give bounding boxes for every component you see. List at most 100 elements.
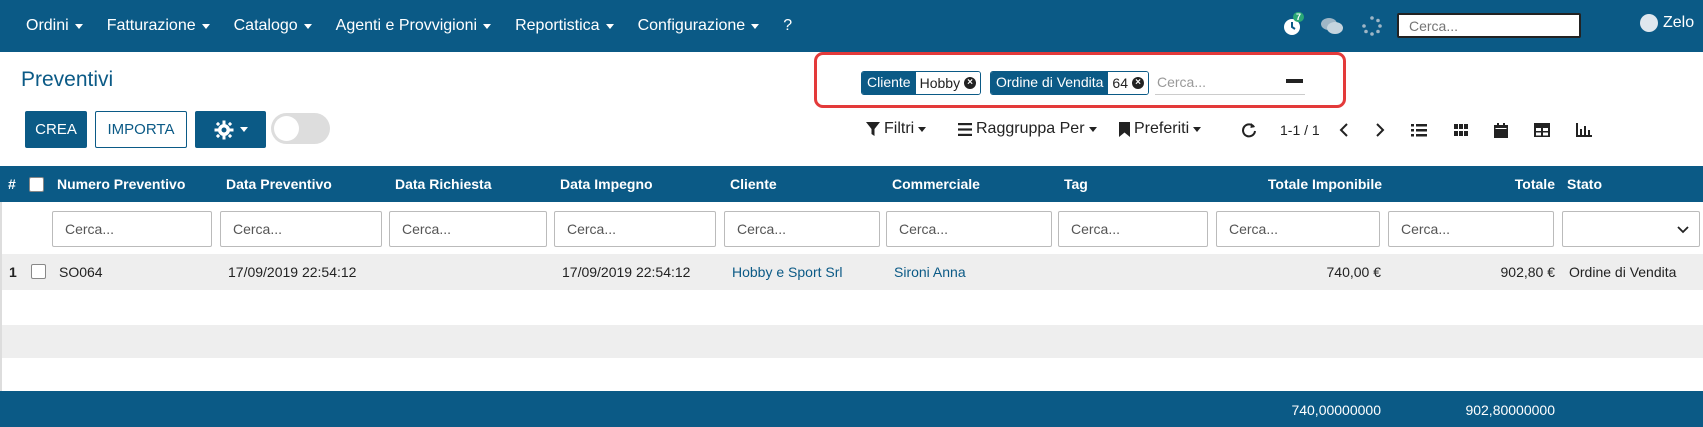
filter-totale-imponibile-input[interactable]: Cerca... [1216,211,1380,247]
create-button[interactable]: CREA [25,111,87,148]
main-menu: Ordini Fatturazione Catalogo Agenti e Pr… [14,0,804,52]
cell-commerciale-link[interactable]: Sironi Anna [894,264,966,280]
search-view: Cliente Hobby × Ordine di Vendita 64 × Cer… [814,52,1346,108]
col-data-preventivo[interactable]: Data Preventivo [226,176,332,192]
col-cliente[interactable]: Cliente [730,176,777,192]
col-numero-preventivo[interactable]: Numero Preventivo [57,176,185,192]
activity-badge: 7 [1293,12,1305,22]
col-data-impegno[interactable]: Data Impegno [560,176,653,192]
menu-agenti-provvigioni[interactable]: Agenti e Provvigioni [324,17,503,35]
cell-cliente-link[interactable]: Hobby e Sport Srl [732,264,843,280]
filter-data-richiesta-input[interactable]: Cerca... [389,211,547,247]
menu-catalogo[interactable]: Catalogo [222,17,324,35]
chevron-down-icon [1677,226,1689,234]
row-number-header: # [8,176,16,192]
col-stato[interactable]: Stato [1567,176,1602,192]
groupby-dropdown[interactable]: Raggruppa Per [958,120,1097,138]
empty-row [0,325,1703,361]
cell-numero: SO064 [59,264,103,280]
search-input[interactable]: Cerca... [1155,71,1305,95]
column-filter-row: Cerca... Cerca... Cerca... Cerca... Cerc… [0,202,1703,254]
filter-data-preventivo-input[interactable]: Cerca... [220,211,382,247]
list-bars-icon [958,122,972,136]
menu-configurazione[interactable]: Configurazione [626,17,772,35]
col-totale[interactable]: Totale [1515,176,1555,192]
global-search-input[interactable] [1397,13,1581,38]
collapse-icon[interactable] [1286,79,1303,83]
graph-view-icon[interactable] [1574,120,1594,140]
col-totale-imponibile[interactable]: Totale Imponibile [1268,176,1382,192]
row-index: 1 [9,264,17,280]
menu-help[interactable]: ? [771,17,804,35]
cell-data-impegno: 17/09/2019 22:54:12 [562,264,691,280]
loading-spinner-icon [1360,14,1384,38]
top-navbar: Ordini Fatturazione Catalogo Agenti e Pr… [0,0,1703,52]
menu-fatturazione[interactable]: Fatturazione [95,17,222,35]
activity-icon[interactable]: 7 [1280,12,1305,38]
footer-totale-imponibile: 740,00000000 [1291,402,1381,418]
cell-totale-imponibile: 740,00 € [1326,264,1382,280]
table-row[interactable]: 1 SO064 17/09/2019 22:54:12 17/09/2019 2… [0,254,1703,290]
favorites-dropdown[interactable]: Preferiti [1119,120,1202,138]
menu-ordini[interactable]: Ordini [14,17,95,35]
page-title: Preventivi [21,68,114,91]
select-all-checkbox[interactable] [29,177,44,192]
user-name: Zelo [1663,14,1695,31]
facet-value: Hobby × [915,72,981,94]
row-checkbox[interactable] [31,264,46,279]
filter-cliente-input[interactable]: Cerca... [724,211,880,247]
import-button[interactable]: IMPORTA [95,111,187,148]
col-commerciale[interactable]: Commerciale [892,176,980,192]
remove-facet-icon[interactable]: × [964,77,977,89]
filter-data-impegno-input[interactable]: Cerca... [554,211,716,247]
caret-down-icon [74,23,83,29]
cell-data-preventivo: 17/09/2019 22:54:12 [228,264,357,280]
mode-toggle[interactable] [271,113,330,144]
col-tag[interactable]: Tag [1064,176,1088,192]
calendar-view-icon[interactable] [1491,120,1511,140]
filter-numero-input[interactable]: Cerca... [52,211,212,247]
remove-facet-icon[interactable]: × [1131,77,1144,89]
kanban-view-icon[interactable] [1451,120,1471,140]
table-header: # Numero Preventivo Data Preventivo Data… [0,166,1703,202]
caret-down-icon [1088,126,1097,132]
refresh-icon[interactable] [1239,120,1259,140]
caret-down-icon [201,23,210,29]
filter-commerciale-input[interactable]: Cerca... [886,211,1052,247]
footer-totale: 902,80000000 [1465,402,1555,418]
facet-value: 64 × [1108,72,1148,94]
col-data-richiesta[interactable]: Data Richiesta [395,176,491,192]
caret-down-icon [605,23,614,29]
next-page-icon[interactable] [1370,120,1390,140]
list-view-icon[interactable] [1409,120,1429,140]
avatar [1640,14,1658,32]
facet-category: Cliente [862,72,916,94]
facet-ordine-vendita: Ordine di Vendita 64 × [990,71,1149,95]
facet-category: Ordine di Vendita [991,72,1109,94]
table-footer: 740,00000000 902,80000000 [0,391,1703,427]
caret-down-icon [751,23,760,29]
systray: 7 [1280,0,1400,52]
caret-down-icon [918,126,927,132]
menu-reportistica[interactable]: Reportistica [503,17,625,35]
pivot-view-icon[interactable] [1532,120,1552,140]
empty-row [0,290,1703,326]
facet-cliente: Cliente Hobby × [861,71,982,95]
cell-totale: 902,80 € [1500,264,1556,280]
filter-tag-input[interactable]: Cerca... [1058,211,1208,247]
filter-icon [866,121,880,136]
filter-totale-input[interactable]: Cerca... [1388,211,1554,247]
filters-dropdown[interactable]: Filtri [866,120,927,138]
filter-stato-select[interactable] [1562,211,1700,247]
previous-page-icon[interactable] [1334,120,1354,140]
caret-down-icon [1193,126,1202,132]
gear-icon [214,120,233,139]
settings-dropdown-button[interactable] [195,111,266,148]
empty-row [0,358,1703,391]
chat-icon[interactable] [1320,14,1344,38]
caret-down-icon [483,23,492,29]
cell-stato: Ordine di Vendita [1569,264,1677,280]
toggle-knob [274,116,299,141]
user-menu[interactable]: Zelo [1640,14,1694,32]
pager-value[interactable]: 1-1 / 1 [1280,122,1320,138]
